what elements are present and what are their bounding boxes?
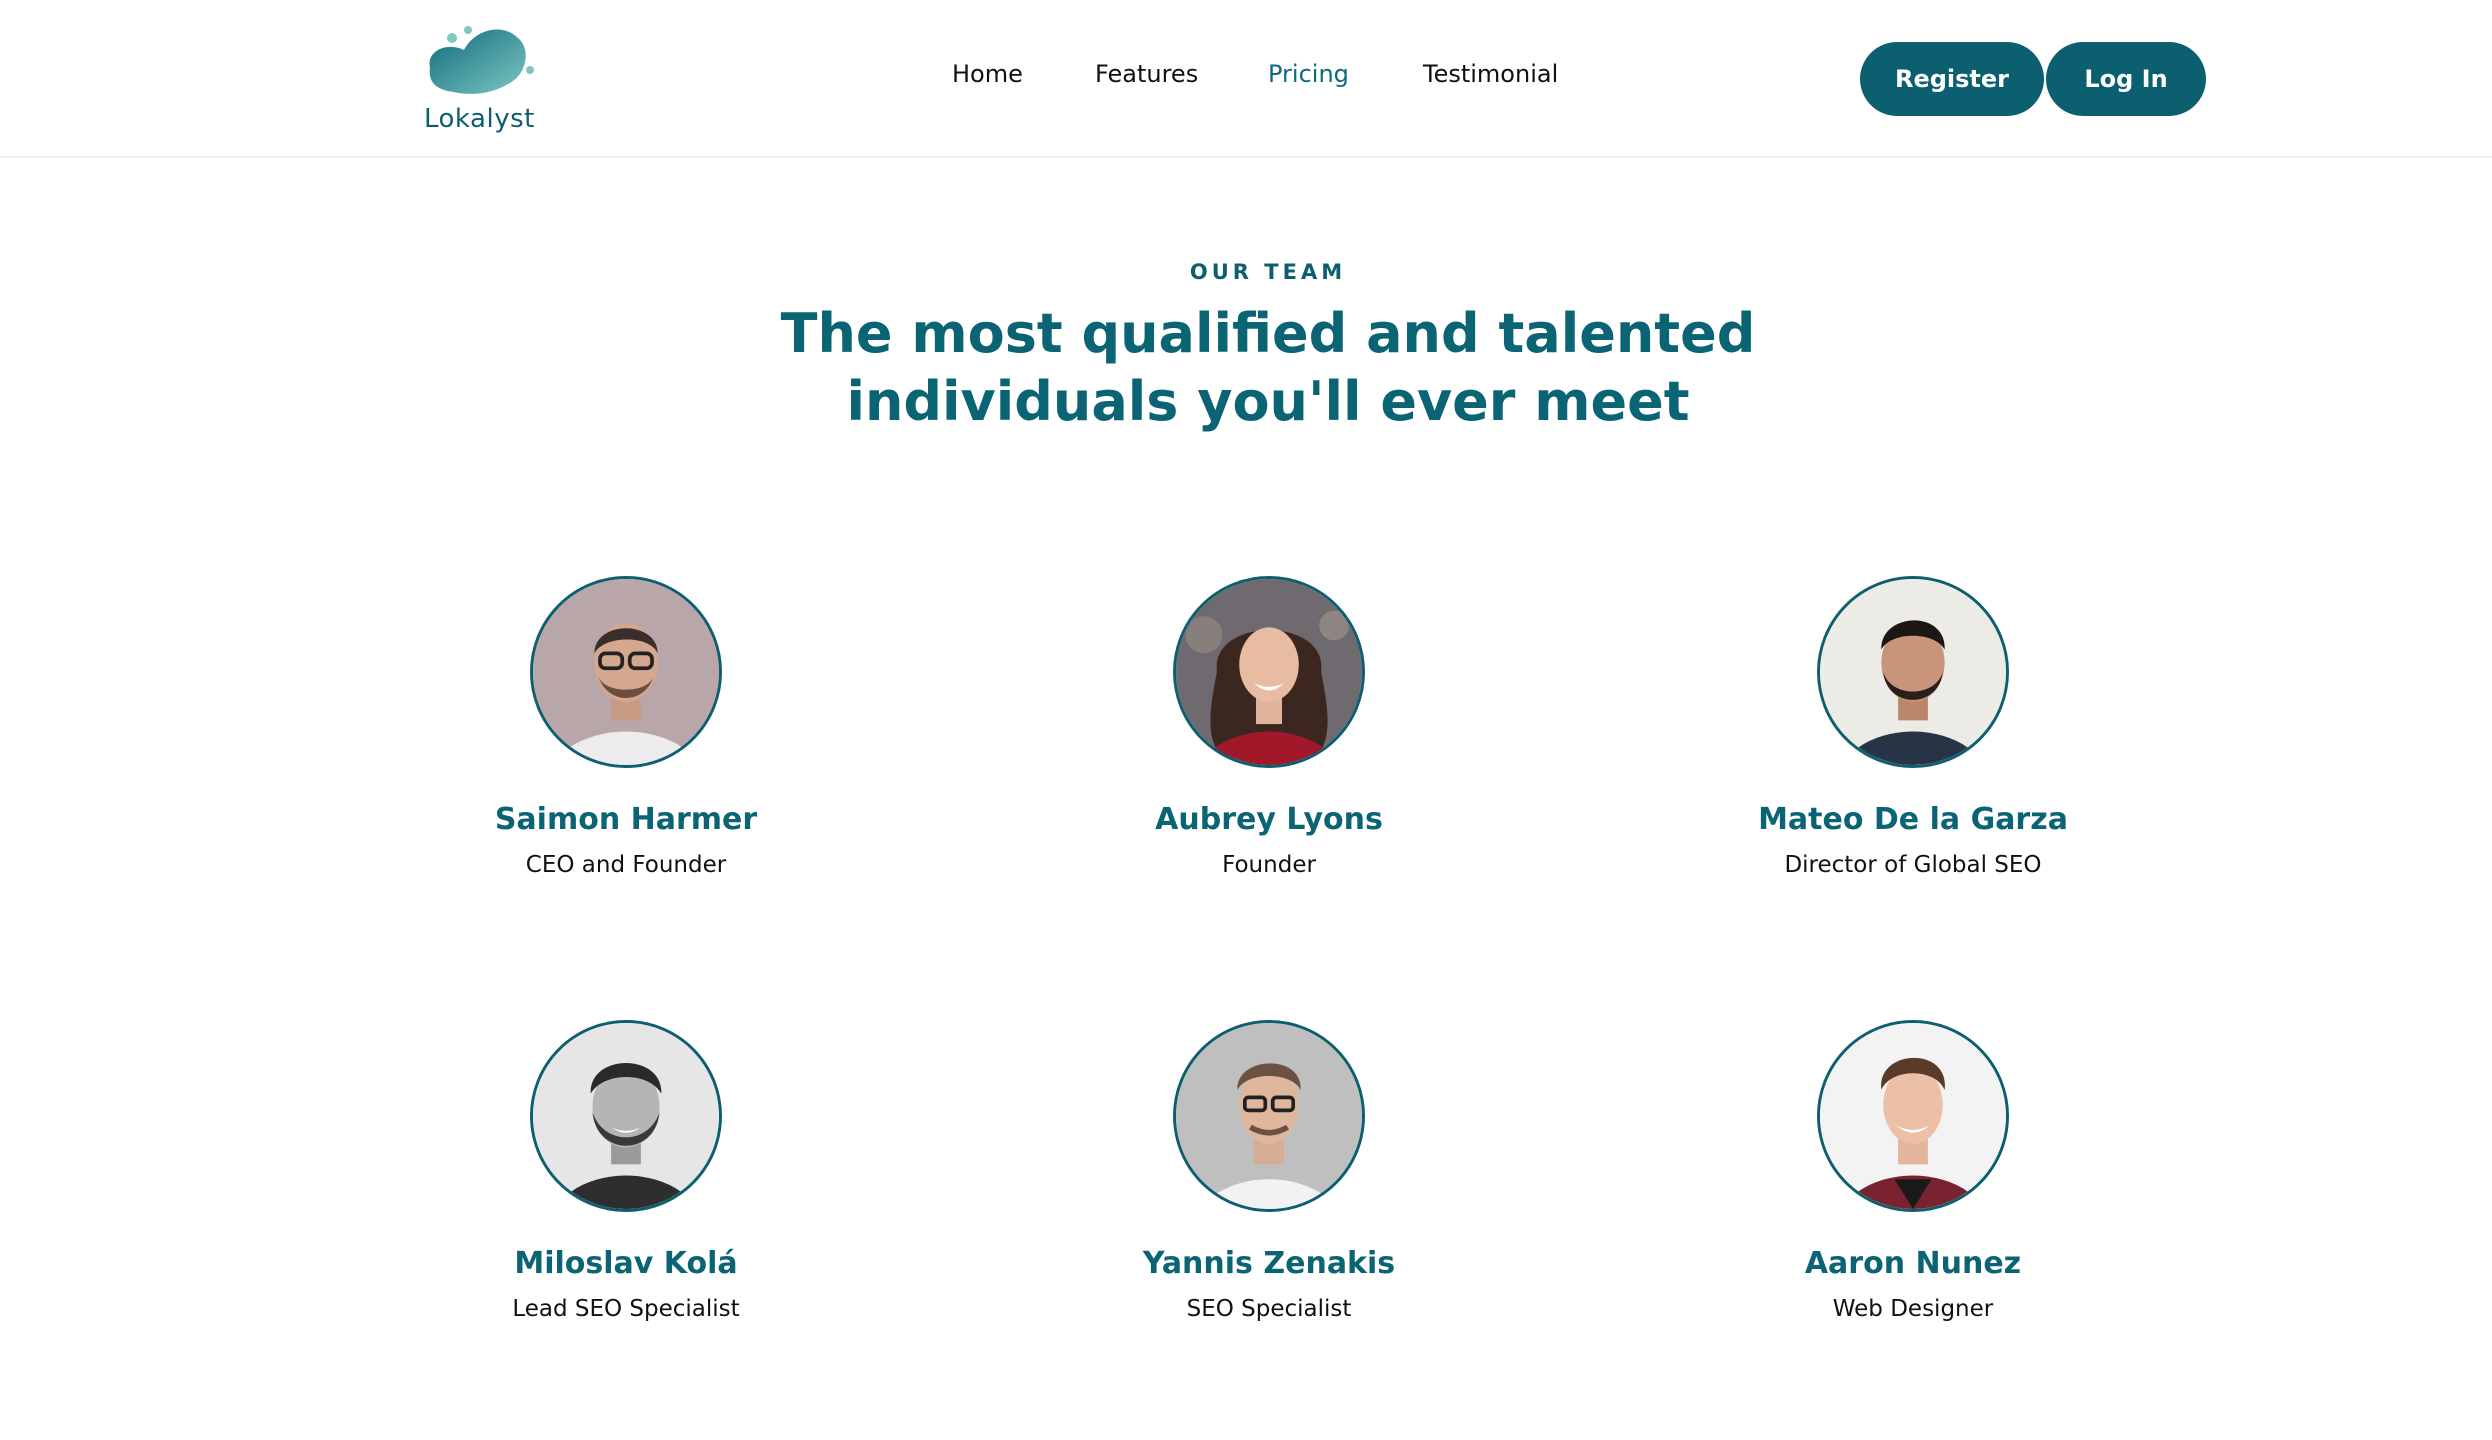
member-role: Director of Global SEO [1784,852,2042,878]
team-card: Mateo De la Garza Director of Global SEO [1703,576,2123,916]
person-avatar-icon [1176,1023,1362,1209]
nav-features[interactable]: Features [1095,60,1198,88]
member-name: Mateo De la Garza [1758,802,2068,837]
section-title-line-2: individuals you'll ever meet [846,370,1690,433]
avatar [530,1020,722,1212]
page: Lokalyst Home Features Pricing Testimoni… [0,0,2492,1440]
nav-testimonial[interactable]: Testimonial [1423,60,1558,88]
member-role: Founder [1222,852,1316,878]
avatar [1817,1020,2009,1212]
avatar [530,576,722,768]
person-avatar-icon [1820,579,2006,765]
member-name: Yannis Zenakis [1142,1246,1396,1281]
member-role: Web Designer [1832,1296,1994,1322]
team-card: Saimon Harmer CEO and Founder [416,576,836,916]
section-eyebrow: OUR TEAM [1189,260,1347,284]
register-button[interactable]: Register [1860,42,2044,116]
avatar [1173,1020,1365,1212]
member-role: CEO and Founder [525,852,727,878]
person-avatar-icon [1820,1023,2006,1209]
login-button[interactable]: Log In [2046,42,2206,116]
member-role: SEO Specialist [1186,1296,1352,1322]
section-title-line-1: The most qualified and talented [780,302,1756,365]
member-name: Aaron Nunez [1804,1246,2022,1281]
person-avatar-icon [533,579,719,765]
top-navbar: Lokalyst Home Features Pricing Testimoni… [0,0,2492,158]
nav-pricing[interactable]: Pricing [1268,60,1349,88]
member-role: Lead SEO Specialist [512,1296,740,1322]
team-card: Aubrey Lyons Founder [1059,576,1479,916]
avatar [1817,576,2009,768]
person-avatar-icon [533,1023,719,1209]
avatar [1173,576,1365,768]
team-card: Yannis Zenakis SEO Specialist [1059,1020,1479,1360]
team-card: Aaron Nunez Web Designer [1703,1020,2123,1360]
member-name: Saimon Harmer [494,802,758,837]
brand-name: Lokalyst [424,104,535,134]
member-name: Aubrey Lyons [1155,802,1383,837]
section-title: The most qualified and talented individu… [0,300,2492,436]
nav-home[interactable]: Home [952,60,1023,88]
team-card: Miloslav Kolá Lead SEO Specialist [416,1020,836,1360]
person-avatar-icon [1176,579,1362,765]
member-name: Miloslav Kolá [514,1246,738,1281]
